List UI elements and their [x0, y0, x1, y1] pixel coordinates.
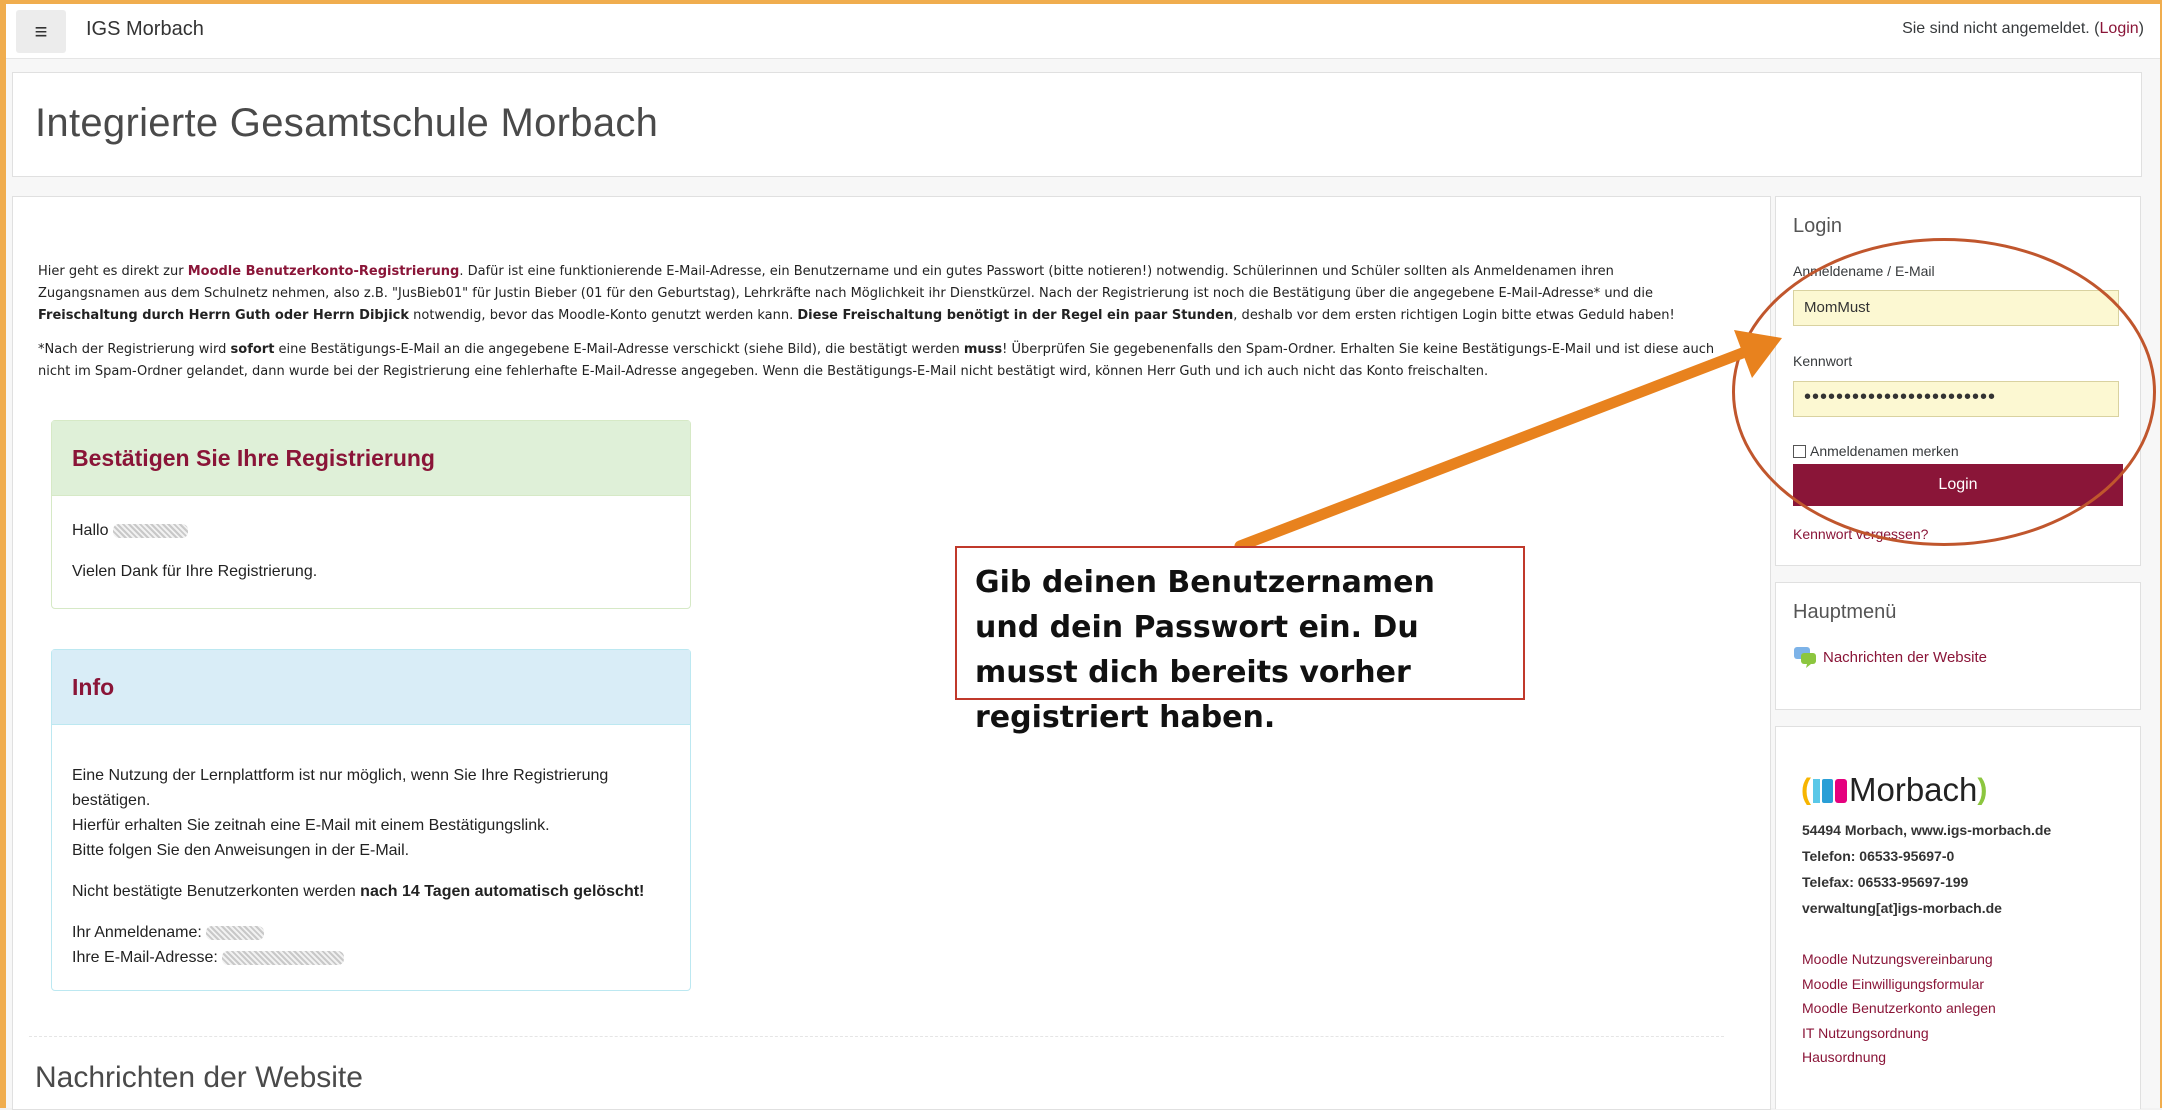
instruction-callout: Gib deinen Benutzernamen und dein Passwo…	[955, 546, 1525, 735]
instruction-text: Gib deinen Benutzernamen und dein Passwo…	[975, 565, 1435, 735]
